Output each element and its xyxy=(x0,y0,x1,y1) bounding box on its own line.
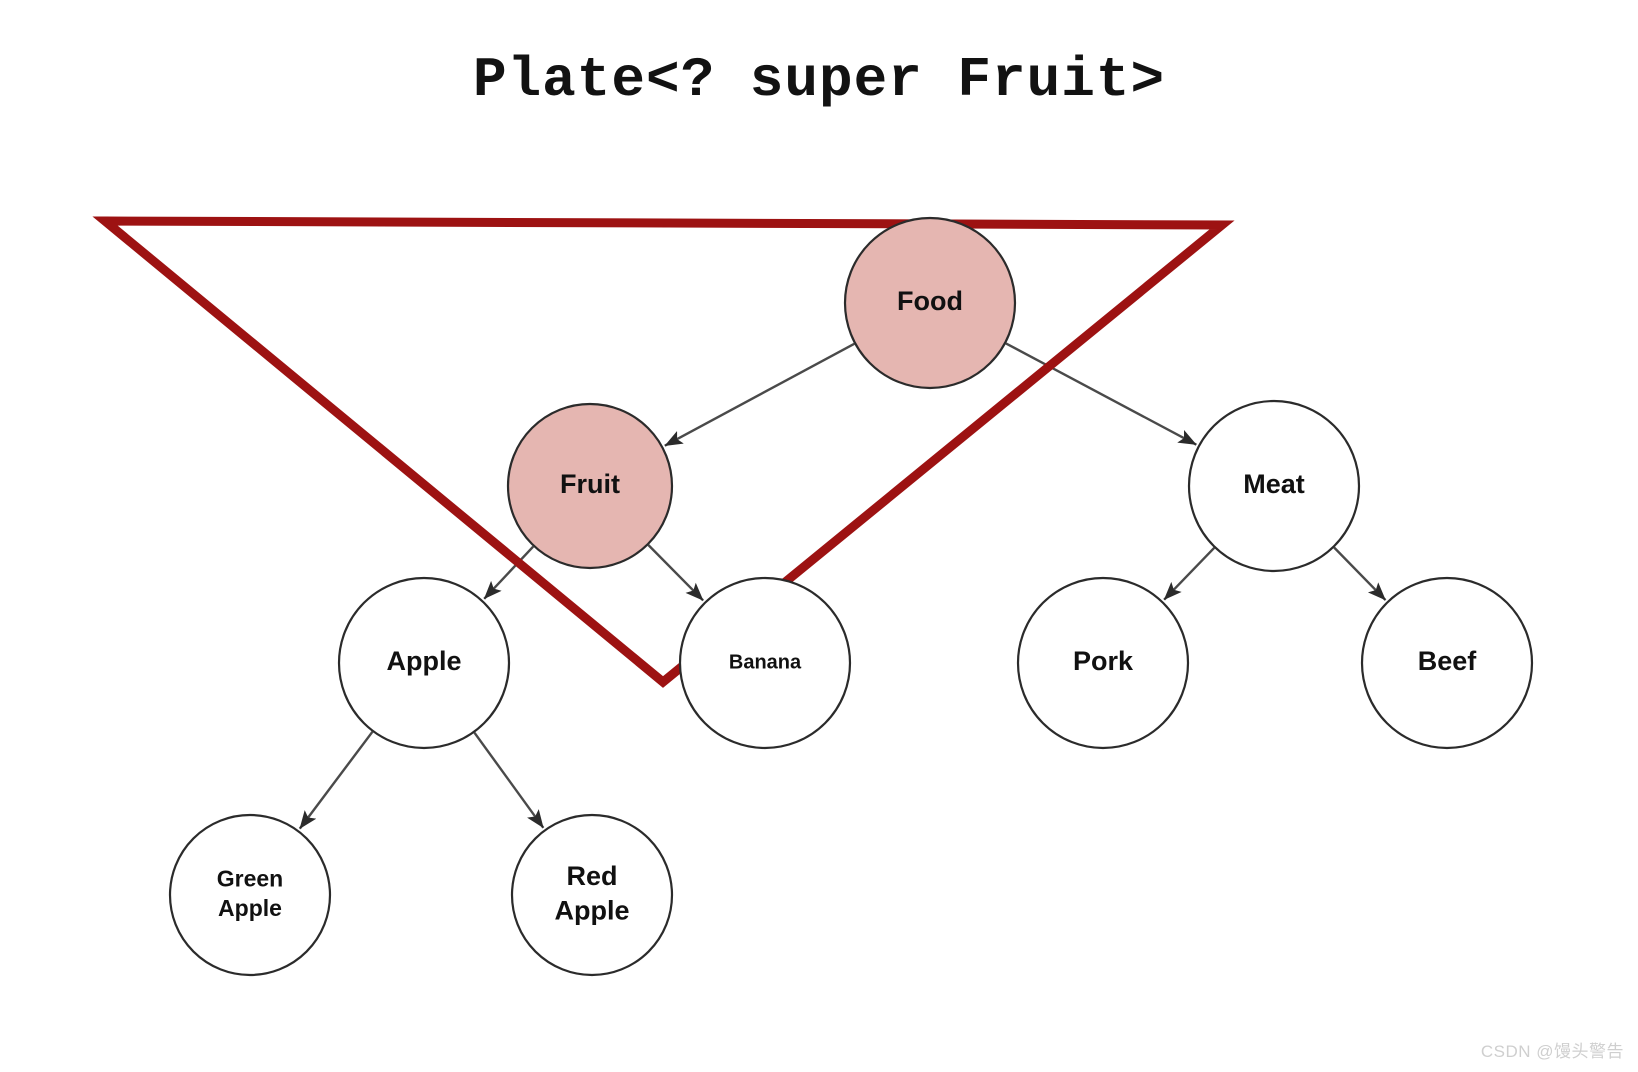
hierarchy-graph: Food Fruit Meat Apple Banana Pork Beef Green App… xyxy=(92,216,1534,977)
node-apple[interactable]: Apple xyxy=(337,576,511,750)
node-label-green-apple: Green xyxy=(217,865,283,891)
edge-food-to-fruit xyxy=(664,342,855,447)
node-label-pork: Pork xyxy=(1073,646,1134,676)
node-beef[interactable]: Beef xyxy=(1360,576,1534,750)
node-label-meat: Meat xyxy=(1243,469,1305,499)
edge-meat-to-beef xyxy=(1333,546,1387,601)
edge-meat-to-pork xyxy=(1163,547,1216,601)
node-meat[interactable]: Meat xyxy=(1187,399,1361,573)
node-fruit[interactable]: Fruit xyxy=(506,402,674,570)
diagram-root: Plate<? super Fruit> Food Fruit Meat Apple B… xyxy=(0,0,1638,1072)
node-food[interactable]: Food xyxy=(843,216,1017,390)
node-label-apple: Apple xyxy=(386,646,461,676)
node-label-banana: Banana xyxy=(729,651,802,673)
node-label-red-apple: Red xyxy=(566,861,617,891)
edge-apple-to-green-apple xyxy=(298,731,374,830)
node-label-red-apple: Apple xyxy=(554,895,629,925)
edge-food-to-meat xyxy=(1005,342,1197,446)
node-label-green-apple: Apple xyxy=(218,895,282,921)
edges-group xyxy=(298,342,1387,830)
node-green-apple[interactable]: Green Apple xyxy=(168,813,332,977)
csdn-watermark: CSDN @馒头警告 xyxy=(1480,1042,1624,1061)
nodes-group: Food Fruit Meat Apple Banana Pork Beef Green App… xyxy=(168,216,1534,977)
node-label-food: Food xyxy=(897,286,963,316)
node-label-beef: Beef xyxy=(1418,646,1478,676)
edge-apple-to-red-apple xyxy=(473,731,545,829)
node-pork[interactable]: Pork xyxy=(1016,576,1190,750)
node-banana[interactable]: Banana xyxy=(678,576,852,750)
node-red-apple[interactable]: Red Apple xyxy=(510,813,674,977)
node-label-fruit: Fruit xyxy=(560,469,620,499)
edge-fruit-to-banana xyxy=(647,544,704,602)
